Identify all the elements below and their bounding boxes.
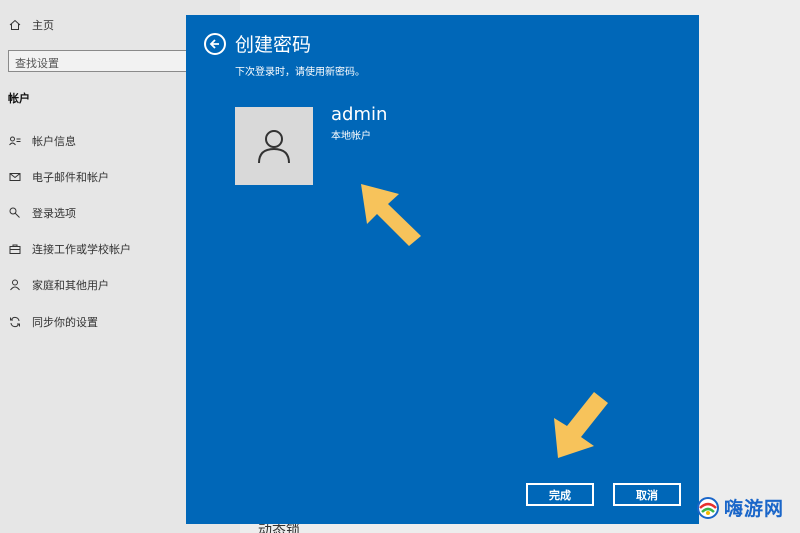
person-icon [8, 278, 22, 292]
sync-icon [8, 315, 22, 329]
back-arrow-icon [209, 39, 219, 49]
user-icon [258, 130, 290, 164]
section-title: 帐户 [8, 92, 30, 105]
account-info-icon [8, 134, 22, 148]
mail-icon [8, 170, 22, 184]
sidebar-item-account-info[interactable]: 帐户信息 [8, 132, 76, 150]
home-icon [8, 18, 22, 32]
dialog-title: 创建密码 [235, 34, 312, 56]
watermark-text: 嗨游网 [724, 498, 785, 520]
annotation-arrow-icon [554, 392, 608, 458]
done-button[interactable]: 完成 [526, 483, 594, 506]
back-button[interactable] [204, 33, 226, 55]
sidebar-item-label: 登录选项 [32, 207, 76, 220]
sidebar-item-work-school[interactable]: 连接工作或学校帐户 [8, 240, 131, 258]
account-type: 本地帐户 [331, 131, 371, 142]
sidebar-item-label: 连接工作或学校帐户 [32, 243, 131, 256]
sidebar-home-label: 主页 [32, 19, 54, 32]
sidebar-item-sync[interactable]: 同步你的设置 [8, 313, 98, 331]
user-name: admin [331, 104, 388, 125]
settings-search-input[interactable]: 查找设置 [8, 50, 196, 72]
sidebar-item-email[interactable]: 电子邮件和帐户 [8, 168, 109, 186]
watermark-logo: 嗨游网 [696, 494, 784, 521]
sidebar-item-label: 同步你的设置 [32, 316, 98, 329]
avatar [235, 107, 313, 185]
sidebar-item-family[interactable]: 家庭和其他用户 [8, 276, 109, 294]
sidebar-item-label: 家庭和其他用户 [32, 279, 109, 292]
dialog-subtitle: 下次登录时，请使用新密码。 [235, 67, 365, 78]
create-password-dialog: 创建密码 下次登录时，请使用新密码。 admin 本地帐户 完成 取消 [186, 15, 699, 524]
key-icon [8, 206, 22, 220]
briefcase-icon [8, 242, 22, 256]
cancel-button[interactable]: 取消 [613, 483, 681, 506]
sidebar-item-label: 电子邮件和帐户 [32, 171, 109, 184]
sidebar-item-label: 帐户信息 [32, 135, 76, 148]
logo-icon [697, 496, 719, 519]
annotation-arrow-icon [361, 184, 421, 246]
sidebar-item-sign-in-options[interactable]: 登录选项 [8, 204, 76, 222]
sidebar-home[interactable]: 主页 [8, 16, 54, 34]
